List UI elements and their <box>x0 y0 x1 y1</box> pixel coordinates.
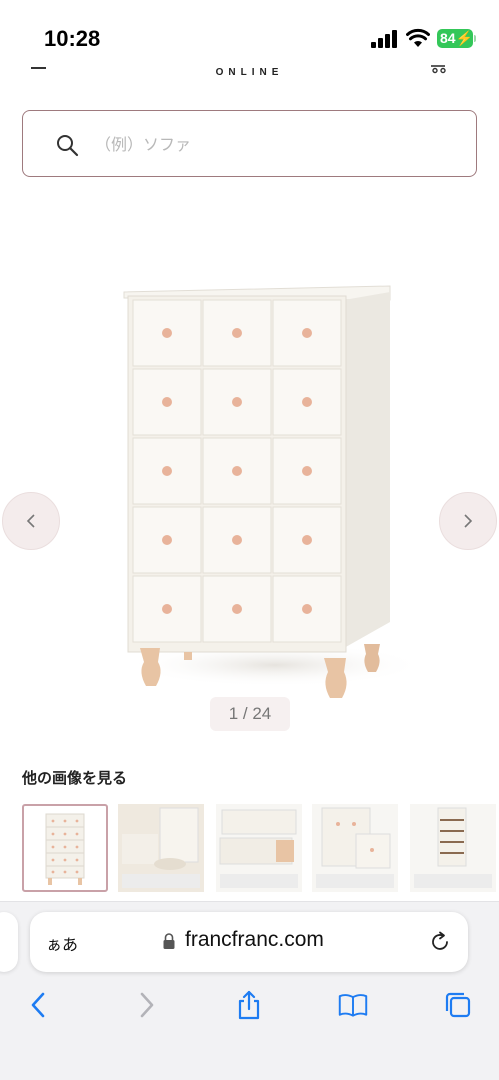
thumbnail-5[interactable] <box>410 804 496 892</box>
thumbnail-room-image <box>122 807 199 870</box>
status-bar: 10:28 84⚡ <box>0 0 499 62</box>
forward-icon[interactable] <box>131 990 161 1020</box>
drawer-knob <box>302 397 312 407</box>
drawers <box>132 299 342 643</box>
lock-icon <box>163 933 175 949</box>
previous-image-button[interactable] <box>2 492 60 550</box>
url-text[interactable]: francfranc.com <box>185 928 324 952</box>
drawer-knob <box>162 328 172 338</box>
search-icon <box>57 135 79 157</box>
drawer-knob <box>232 535 242 545</box>
status-time: 10:28 <box>44 26 101 51</box>
drawer-knob <box>162 535 172 545</box>
search-box[interactable] <box>22 110 477 177</box>
search-input[interactable] <box>95 131 435 157</box>
drawer-knob <box>232 604 242 614</box>
thumbnail-caption <box>122 874 200 888</box>
product-image[interactable] <box>100 270 420 710</box>
thumbnail-4[interactable] <box>312 804 398 892</box>
thumbnail-open-drawer-image <box>219 809 297 865</box>
battery-tip <box>474 35 476 42</box>
wifi-icon <box>406 28 430 47</box>
thumbnail-knob-detail-image <box>321 807 391 869</box>
drawer-knob <box>232 466 242 476</box>
bookmarks-icon[interactable] <box>338 990 368 1020</box>
thumbnail-caption <box>220 874 298 888</box>
drawer-knob <box>302 604 312 614</box>
thumbnail-2[interactable] <box>118 804 204 892</box>
brand-logo[interactable]: ONLINE <box>0 67 499 78</box>
previous-tab-peek[interactable] <box>0 912 18 972</box>
drawer-knob <box>232 397 242 407</box>
back-icon[interactable] <box>24 990 54 1020</box>
signal-icon <box>371 30 397 48</box>
page: 10:28 84⚡ ONLINE （例）ソファ 1 / 24 他の画像を見る ぁ… <box>0 0 499 1080</box>
drawer-knob <box>302 466 312 476</box>
thumbnail-side-view-image <box>437 807 467 867</box>
drawer-knob <box>302 328 312 338</box>
drawer-knob <box>302 535 312 545</box>
chevron-right-icon <box>464 514 473 528</box>
tabs-icon[interactable] <box>443 990 473 1020</box>
share-icon[interactable] <box>234 990 264 1020</box>
drawer-knob <box>162 397 172 407</box>
thumbnail-dresser-image <box>45 813 85 885</box>
drawer-knob <box>232 328 242 338</box>
next-image-button[interactable] <box>439 492 497 550</box>
battery-level: 84 <box>440 30 456 46</box>
thumbnail-caption <box>316 874 394 888</box>
address-bar[interactable]: ぁあ francfranc.com <box>30 912 468 972</box>
drawer-knob <box>162 466 172 476</box>
drawer-knob <box>162 604 172 614</box>
thumbnail-1[interactable] <box>22 804 108 892</box>
thumbnails-title: 他の画像を見る <box>22 769 128 787</box>
page-settings-button[interactable]: ぁあ <box>46 931 78 955</box>
image-counter: 1 / 24 <box>210 697 290 731</box>
thumbnail-3[interactable] <box>216 804 302 892</box>
thumbnail-strip[interactable] <box>22 804 499 894</box>
cart-icon[interactable] <box>430 64 448 74</box>
battery-indicator: 84⚡ <box>437 29 473 48</box>
chevron-left-icon <box>26 514 35 528</box>
thumbnail-caption <box>414 874 492 888</box>
reload-icon[interactable] <box>429 931 451 953</box>
